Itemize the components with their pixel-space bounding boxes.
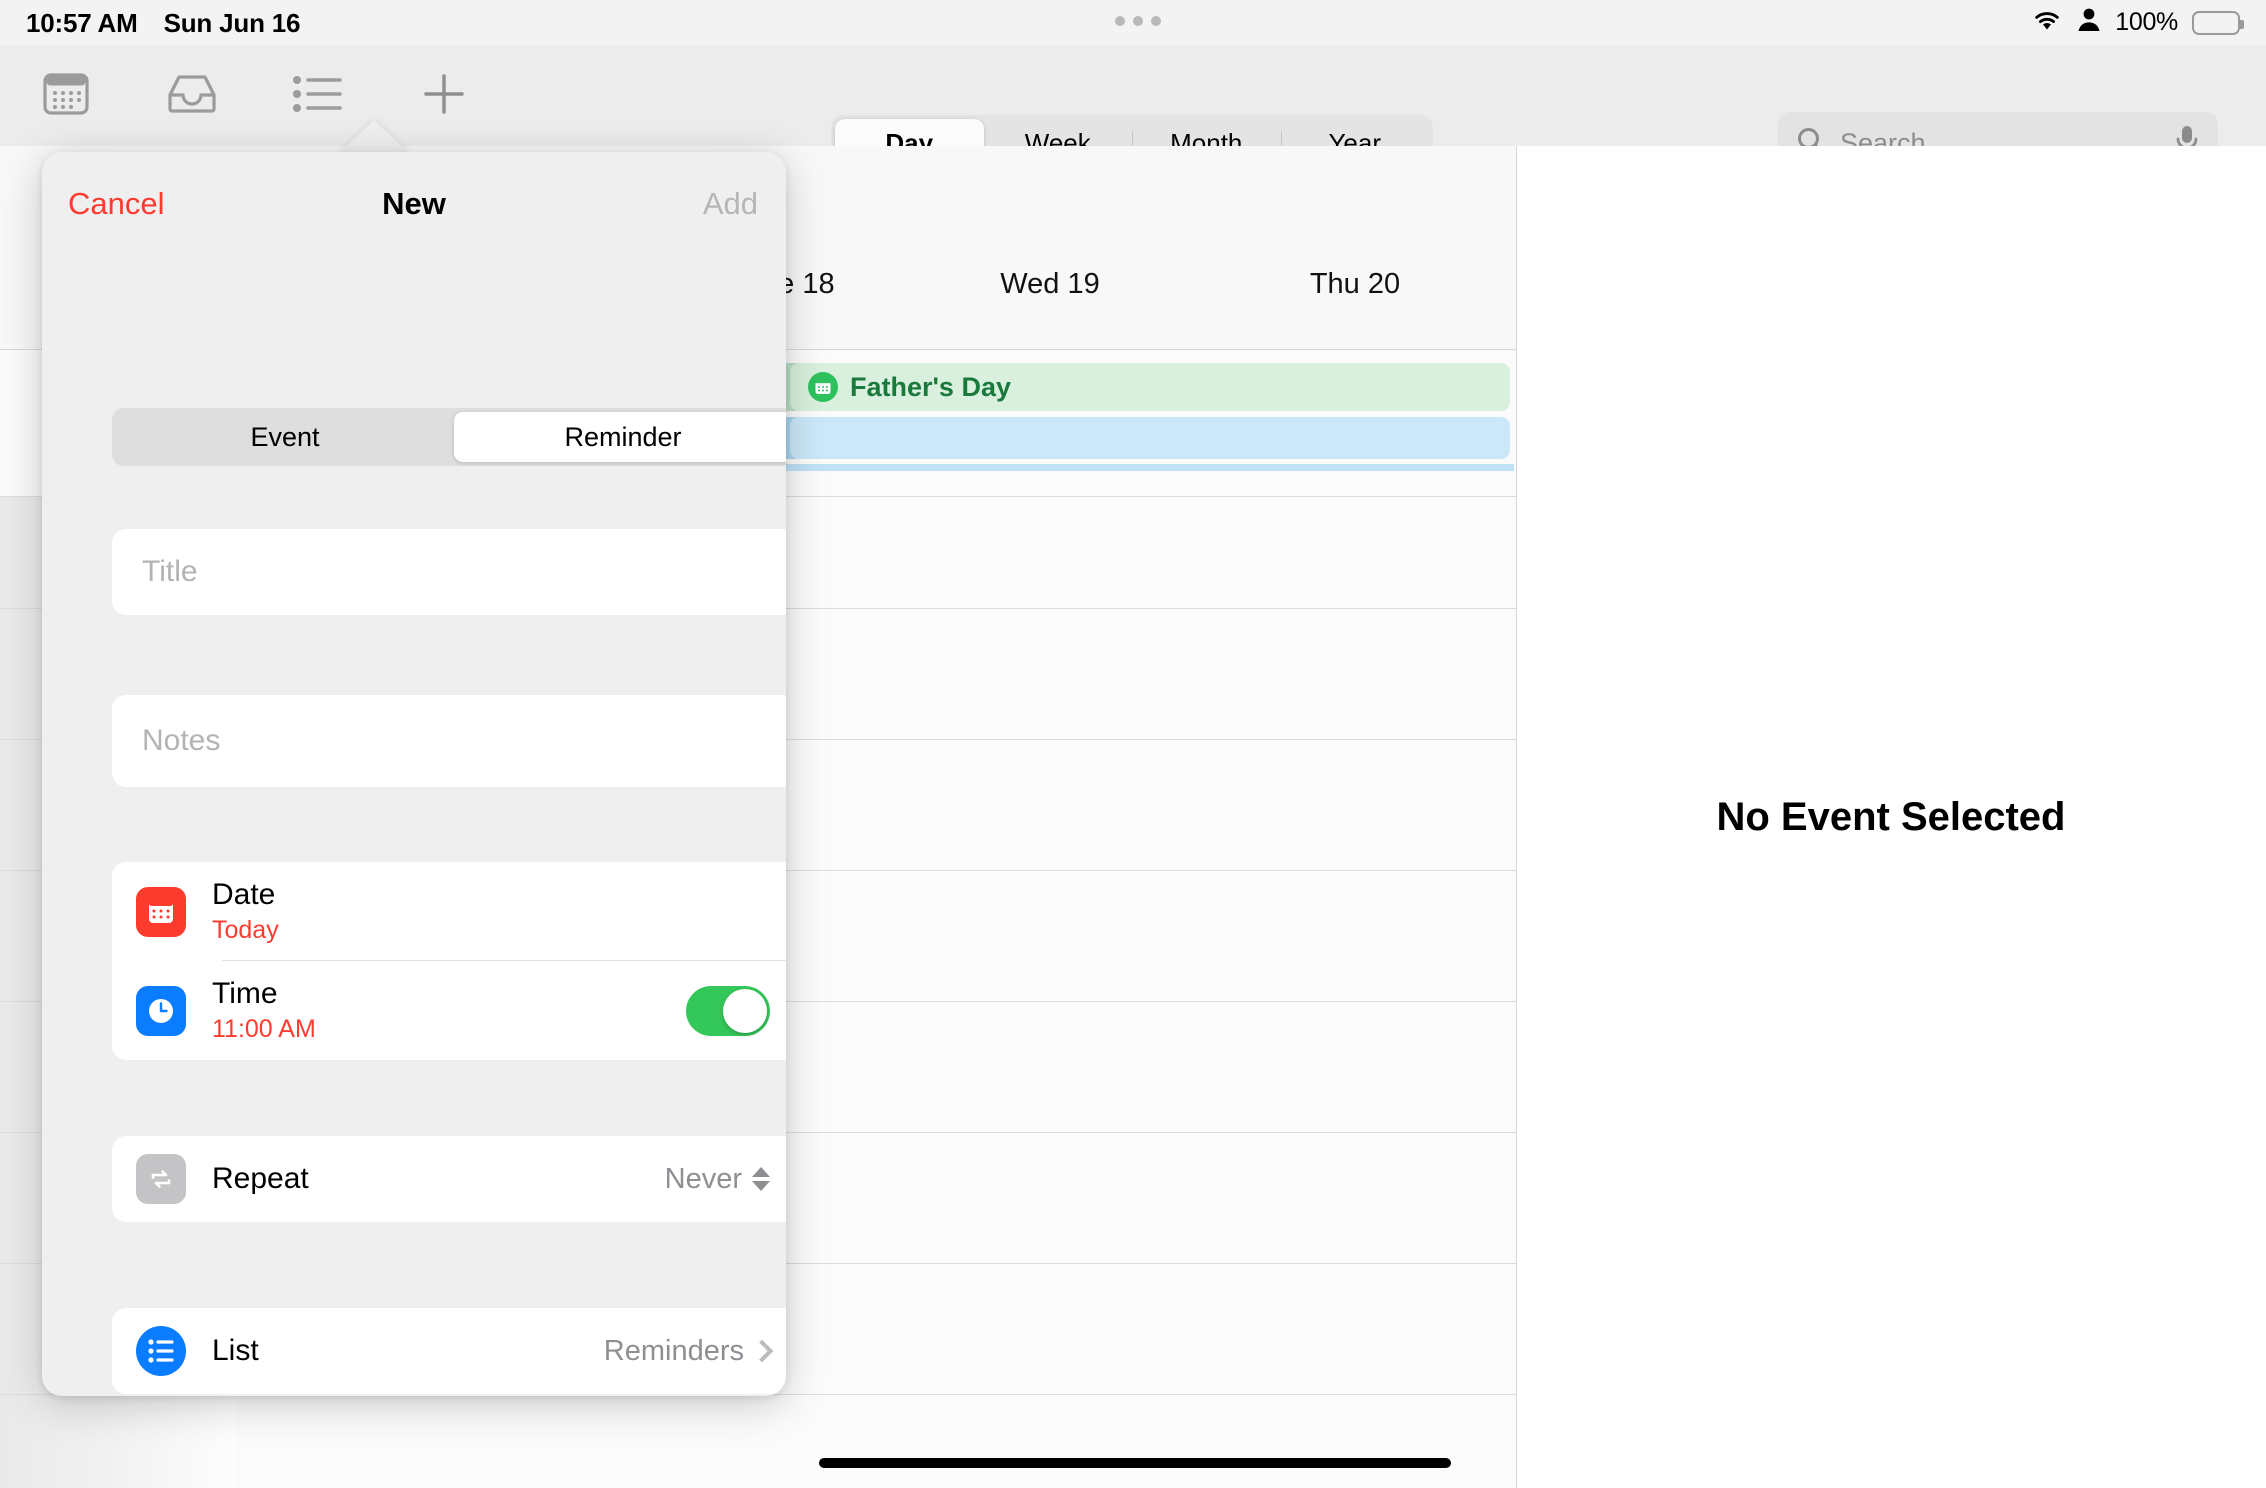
event-detail-pane: No Event Selected <box>1516 146 2266 1488</box>
time-value[interactable]: 11:00 AM <box>212 1014 316 1045</box>
repeat-card: Repeat Never <box>112 1136 786 1222</box>
notes-field[interactable]: Notes <box>112 695 786 787</box>
battery-full-icon <box>2192 10 2244 35</box>
toolbar-icon-group <box>34 62 476 126</box>
list-label: List <box>212 1334 259 1368</box>
add-button[interactable]: Add <box>703 186 758 222</box>
popover-header: Cancel New Add <box>42 152 786 264</box>
status-time: 10:57 AM <box>26 8 138 38</box>
chevron-right-icon[interactable] <box>750 1339 774 1363</box>
dot-3 <box>1151 16 1161 26</box>
all-day-event-label: Father's Day <box>850 371 1011 402</box>
plus-icon[interactable] <box>412 62 476 126</box>
calendar-badge-icon <box>808 372 838 402</box>
home-indicator[interactable] <box>819 1458 1451 1468</box>
dot-1 <box>1115 16 1125 26</box>
status-date: Sun Jun 16 <box>163 8 301 38</box>
status-bar: 10:57 AM Sun Jun 16 100% <box>0 0 2266 46</box>
list-icon[interactable] <box>286 62 350 126</box>
title-field[interactable]: Title <box>112 529 786 615</box>
repeat-value[interactable]: Never <box>665 1163 742 1196</box>
date-row[interactable]: Date Today <box>112 862 786 961</box>
repeat-label: Repeat <box>212 1162 309 1196</box>
chevron-up-down-icon[interactable] <box>752 1167 770 1191</box>
popover-arrow <box>338 120 410 154</box>
person-icon <box>2077 7 2101 38</box>
toggle-knob <box>723 988 767 1033</box>
popover-title: New <box>382 186 446 221</box>
list-bullet-icon <box>136 1326 186 1376</box>
list-value[interactable]: Reminders <box>604 1335 744 1368</box>
time-toggle[interactable] <box>686 985 770 1036</box>
date-row-text: Date Today <box>212 877 279 947</box>
wifi-icon <box>2031 8 2063 37</box>
date-time-card: Date Today Time 11:00 AM <box>112 862 786 1060</box>
clock-icon <box>136 985 186 1036</box>
date-value[interactable]: Today <box>212 915 279 946</box>
ipad-screen: 10:57 AM Sun Jun 16 100% Day Week Month … <box>0 0 2266 1488</box>
segment-reminder[interactable]: Reminder <box>454 412 786 462</box>
inbox-icon[interactable] <box>160 62 224 126</box>
repeat-row[interactable]: Repeat Never <box>112 1136 786 1222</box>
notes-input[interactable]: Notes <box>142 724 220 758</box>
all-day-event-fathers-day[interactable]: Father's Day <box>790 363 1510 411</box>
status-bar-right: 100% <box>2031 7 2244 38</box>
all-day-event-blue-strip <box>774 464 1514 471</box>
segment-event[interactable]: Event <box>116 412 454 462</box>
type-segmented-control[interactable]: Event Reminder <box>112 408 786 466</box>
repeat-icon <box>136 1154 186 1204</box>
calendar-icon[interactable] <box>34 62 98 126</box>
status-bar-left: 10:57 AM Sun Jun 16 <box>26 8 300 39</box>
date-label: Date <box>212 877 276 911</box>
day-column-wed-19[interactable]: Wed 19 <box>960 268 1140 301</box>
all-day-event-blue[interactable] <box>790 417 1510 459</box>
no-event-selected-message: No Event Selected <box>1716 794 2066 839</box>
time-row[interactable]: Time 11:00 AM <box>112 961 786 1060</box>
list-row-text: List <box>212 1333 259 1368</box>
time-row-text: Time 11:00 AM <box>212 976 316 1046</box>
calendar-icon <box>136 886 186 937</box>
new-reminder-popover: Cancel New Add Event Reminder Title Note… <box>42 152 786 1396</box>
list-card: List Reminders <box>112 1308 786 1394</box>
time-label: Time <box>212 976 278 1010</box>
dot-2 <box>1133 16 1143 26</box>
title-input[interactable]: Title <box>142 555 198 589</box>
list-row[interactable]: List Reminders <box>112 1308 786 1394</box>
multitasking-dots[interactable] <box>1115 16 1161 26</box>
battery-percent: 100% <box>2115 8 2178 36</box>
repeat-row-text: Repeat <box>212 1161 309 1196</box>
day-column-thu-20[interactable]: Thu 20 <box>1265 268 1445 301</box>
